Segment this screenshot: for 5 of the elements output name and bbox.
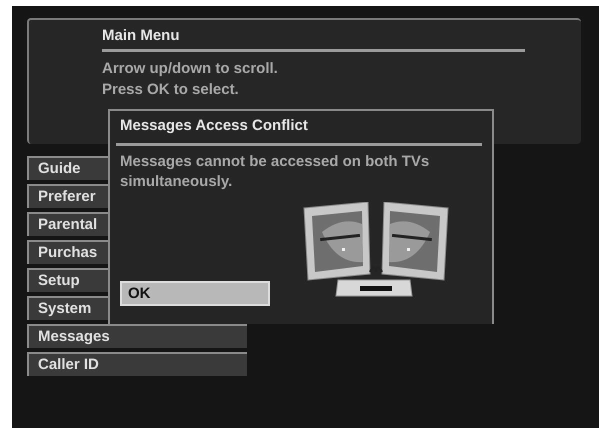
- main-menu-title: Main Menu: [102, 26, 180, 46]
- dialog-message: Messages cannot be accessed on both TVs simultaneously.: [120, 152, 430, 192]
- instruction-text: Press OK to select.: [102, 80, 240, 100]
- instruction-text: Arrow up/down to scroll.: [102, 59, 279, 79]
- dialog-title: Messages Access Conflict: [120, 116, 309, 136]
